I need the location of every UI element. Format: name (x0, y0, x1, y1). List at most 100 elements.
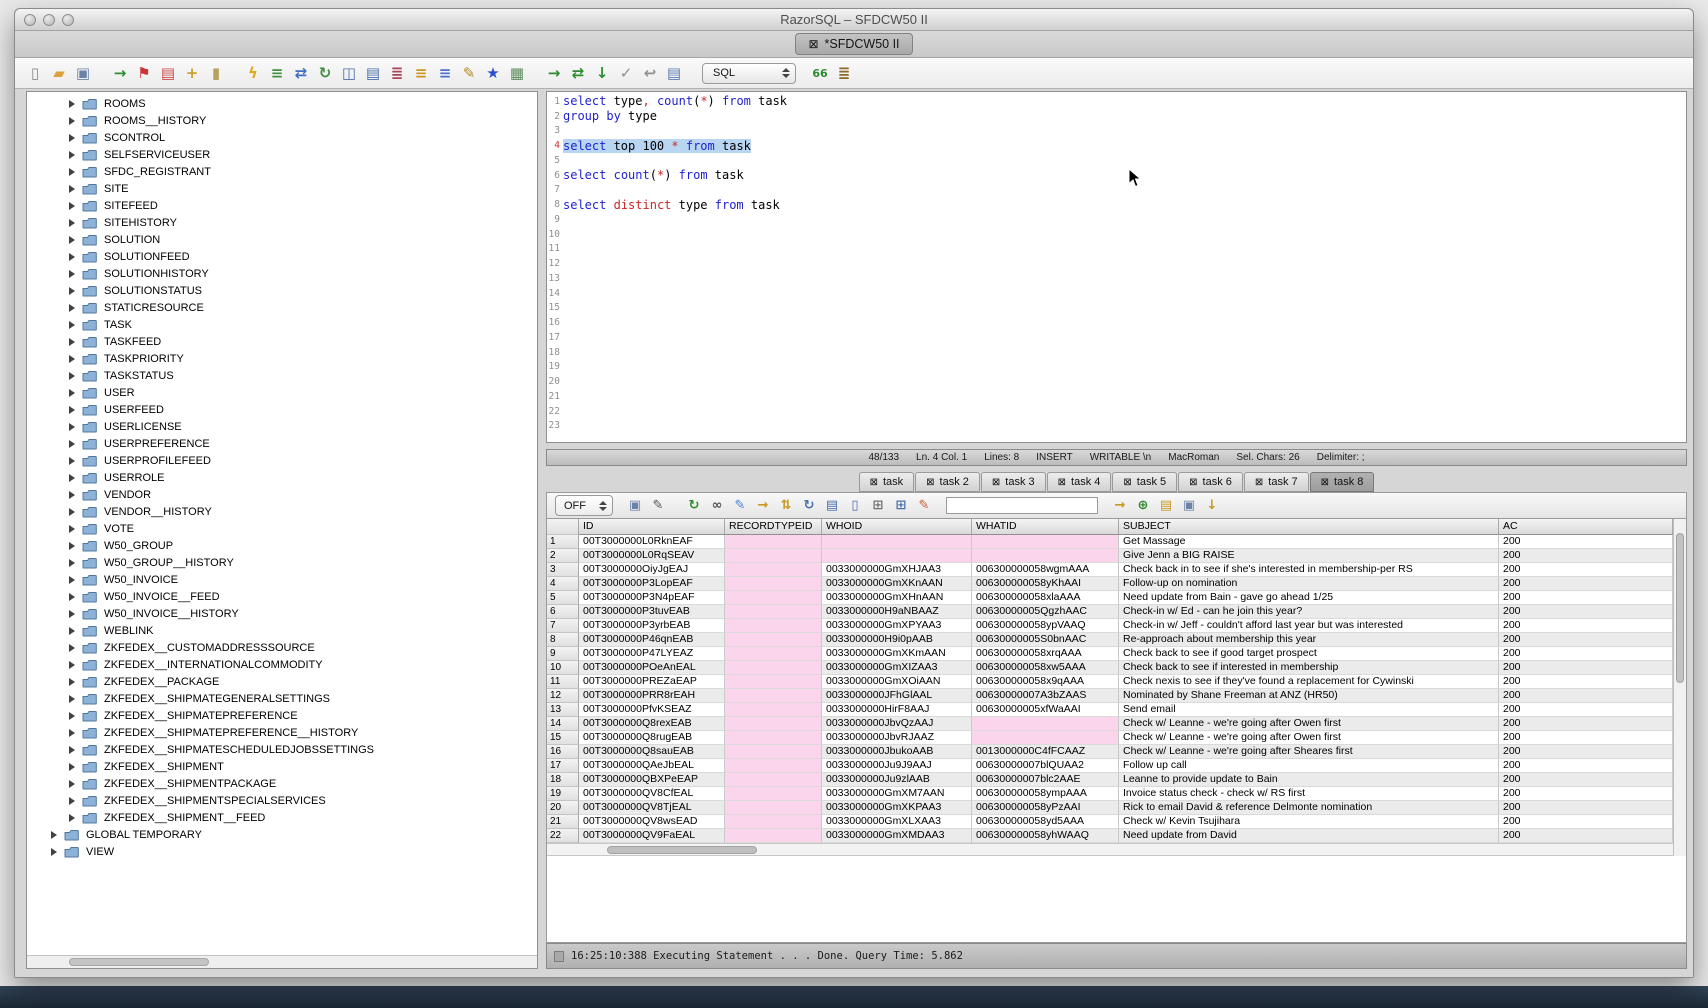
cell-subject[interactable]: Check back to see if good target prospec… (1119, 647, 1499, 661)
sync-icon[interactable]: ⇄ (568, 63, 588, 83)
disclosure-triangle-icon[interactable] (69, 457, 75, 465)
row-number[interactable]: 18 (547, 773, 579, 787)
cell-id[interactable]: 00T3000000P47LYEAZ (579, 647, 725, 661)
cell-recordtypeid[interactable] (725, 689, 822, 703)
copy-table-icon[interactable]: ⊞ (892, 497, 910, 515)
cell-ac[interactable]: 200 (1499, 815, 1673, 829)
disclosure-triangle-icon[interactable] (69, 610, 75, 618)
cell-whatid[interactable]: 006300000058x9qAAA (972, 675, 1119, 689)
cell-ac[interactable]: 200 (1499, 745, 1673, 759)
cell-whoid[interactable]: 0033000000JbvRJAAZ (822, 731, 972, 745)
connect-database-icon[interactable]: → (110, 63, 130, 83)
cell-id[interactable]: 00T3000000QBXPeEAP (579, 773, 725, 787)
cell-whatid[interactable]: 006300000058yd5AAA (972, 815, 1119, 829)
cell-recordtypeid[interactable] (725, 549, 822, 563)
scrollbar-thumb[interactable] (69, 958, 209, 966)
format-sql-icon[interactable]: ≣ (387, 63, 407, 83)
row-number[interactable]: 6 (547, 605, 579, 619)
disclosure-triangle-icon[interactable] (69, 440, 75, 448)
editor-line[interactable]: 3 (547, 124, 1686, 139)
editor-line[interactable]: 12 (547, 256, 1686, 271)
tree-item-sitehistory[interactable]: SITEHISTORY (27, 214, 537, 231)
disclosure-triangle-icon[interactable] (51, 848, 57, 856)
cell-recordtypeid[interactable] (725, 661, 822, 675)
cell-ac[interactable]: 200 (1499, 661, 1673, 675)
disclosure-triangle-icon[interactable] (69, 117, 75, 125)
tab-close-icon[interactable]: ⊠ (870, 477, 878, 488)
tree-item-solutionstatus[interactable]: SOLUTIONSTATUS (27, 282, 537, 299)
tree-item-sitefeed[interactable]: SITEFEED (27, 197, 537, 214)
tree-item-zkfedex-shipmategeneralsettings[interactable]: ZKFEDEX__SHIPMATEGENERALSETTINGS (27, 690, 537, 707)
cell-ac[interactable]: 200 (1499, 801, 1673, 815)
column-header-ac[interactable]: AC (1499, 519, 1673, 535)
execute-sql-icon[interactable]: ϟ (243, 63, 263, 83)
cell-ac[interactable]: 200 (1499, 829, 1673, 843)
cell-id[interactable]: 00T3000000P3N4pEAF (579, 591, 725, 605)
cell-whoid[interactable]: 0033000000GmXKPAA3 (822, 801, 972, 815)
cell-whoid[interactable]: 0033000000GmXLXAA3 (822, 815, 972, 829)
disclosure-triangle-icon[interactable] (69, 559, 75, 567)
disclosure-triangle-icon[interactable] (69, 491, 75, 499)
tree-item-scontrol[interactable]: SCONTROL (27, 129, 537, 146)
disclosure-triangle-icon[interactable] (69, 661, 75, 669)
tree-item-userpreference[interactable]: USERPREFERENCE (27, 435, 537, 452)
edit-results-icon[interactable]: ✎ (731, 497, 749, 515)
column-header-subject[interactable]: SUBJECT (1119, 519, 1499, 535)
row-number[interactable]: 3 (547, 563, 579, 577)
cell-whatid[interactable]: 006300000058ypVAAQ (972, 619, 1119, 633)
execute-all-icon[interactable]: ≡ (267, 63, 287, 83)
cell-whoid[interactable]: 0033000000GmXKnAAN (822, 577, 972, 591)
cell-whatid[interactable]: 006300000058xlaAAA (972, 591, 1119, 605)
cell-recordtypeid[interactable] (725, 675, 822, 689)
cell-whoid[interactable]: 0033000000H9aNBAAZ (822, 605, 972, 619)
tree-item-global-temporary[interactable]: GLOBAL TEMPORARY (27, 826, 537, 843)
cell-subject[interactable]: Check w/ Leanne - we're going after Shea… (1119, 745, 1499, 759)
save-results-icon[interactable]: ▣ (626, 497, 644, 515)
cell-whatid[interactable]: 00630000007A3bZAAS (972, 689, 1119, 703)
cell-recordtypeid[interactable] (725, 633, 822, 647)
cell-whoid[interactable]: 0033000000GmXMDAA3 (822, 829, 972, 843)
column-header-recordtypeid[interactable]: RECORDTYPEID (725, 519, 822, 535)
cell-ac[interactable]: 200 (1499, 619, 1673, 633)
scrollbar-thumb[interactable] (1676, 533, 1684, 683)
row-number[interactable]: 2 (547, 549, 579, 563)
scrollbar-thumb[interactable] (607, 846, 757, 854)
documentation-icon[interactable]: ▤ (363, 63, 383, 83)
cell-id[interactable]: 00T3000000QV8CfEAL (579, 787, 725, 801)
disconnect-database-icon[interactable]: ⚑ (134, 63, 154, 83)
disclosure-triangle-icon[interactable] (69, 185, 75, 193)
tree-item-w50-group-history[interactable]: W50_GROUP__HISTORY (27, 554, 537, 571)
tree-item-userrole[interactable]: USERROLE (27, 469, 537, 486)
cell-whoid[interactable]: 0033000000GmXHJAA3 (822, 563, 972, 577)
cell-recordtypeid[interactable] (725, 647, 822, 661)
tree-item-view[interactable]: VIEW (27, 843, 537, 860)
tree-item-zkfedex-shipment[interactable]: ZKFEDEX__SHIPMENT (27, 758, 537, 775)
cell-whatid[interactable] (972, 535, 1119, 549)
cell-recordtypeid[interactable] (725, 815, 822, 829)
results-horizontal-scrollbar[interactable] (547, 843, 1673, 856)
disclosure-triangle-icon[interactable] (69, 389, 75, 397)
save-icon[interactable]: ▣ (73, 63, 93, 83)
edit-pad-icon[interactable]: ▤ (1157, 497, 1175, 515)
tree-item-zkfedex-shipmatepreference-history[interactable]: ZKFEDEX__SHIPMATEPREFERENCE__HISTORY (27, 724, 537, 741)
database-icon[interactable]: ▮ (206, 63, 226, 83)
cell-subject[interactable]: Invoice status check - check w/ RS first (1119, 787, 1499, 801)
document-tab[interactable]: ⊠ *SFDCW50 II (795, 33, 912, 55)
cell-ac[interactable]: 200 (1499, 577, 1673, 591)
cell-ac[interactable]: 200 (1499, 717, 1673, 731)
editor-line[interactable]: 22 (547, 404, 1686, 419)
row-number[interactable]: 4 (547, 577, 579, 591)
new-file-icon[interactable]: ▯ (25, 63, 45, 83)
disclosure-triangle-icon[interactable] (69, 100, 75, 108)
cell-id[interactable]: 00T3000000OiyJgEAJ (579, 563, 725, 577)
cell-id[interactable]: 00T3000000QV8TjEAL (579, 801, 725, 815)
row-number[interactable]: 15 (547, 731, 579, 745)
disclosure-triangle-icon[interactable] (69, 797, 75, 805)
cell-recordtypeid[interactable] (725, 731, 822, 745)
cell-ac[interactable]: 200 (1499, 787, 1673, 801)
cell-ac[interactable]: 200 (1499, 535, 1673, 549)
cell-whatid[interactable]: 006300000058yhWAAQ (972, 829, 1119, 843)
tree-item-userprofilefeed[interactable]: USERPROFILEFEED (27, 452, 537, 469)
tree-item-zkfedex-internationalcommodity[interactable]: ZKFEDEX__INTERNATIONALCOMMODITY (27, 656, 537, 673)
row-number[interactable]: 17 (547, 759, 579, 773)
